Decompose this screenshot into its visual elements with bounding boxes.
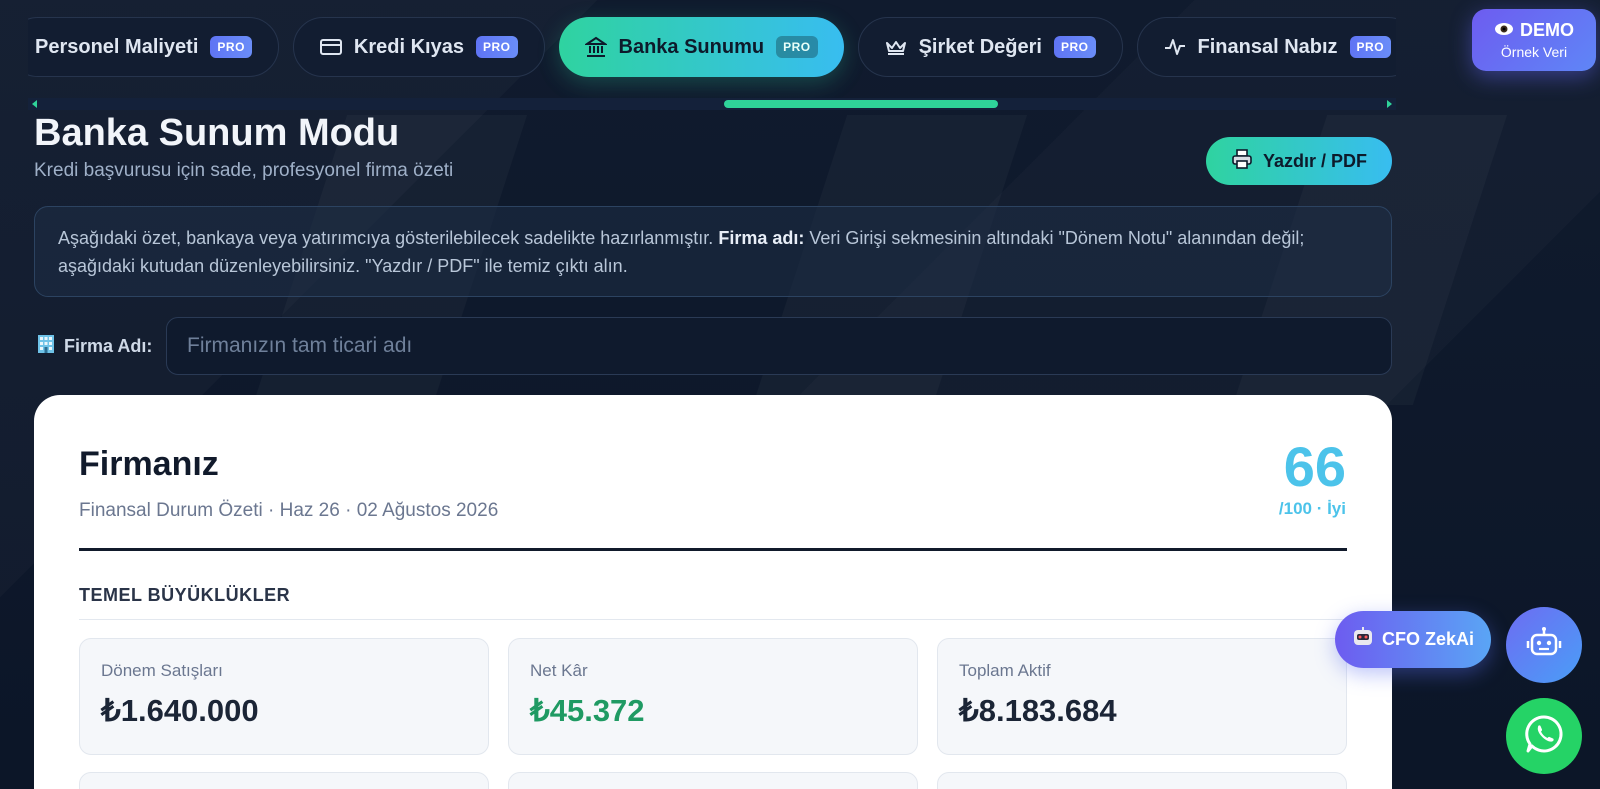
credit-card-icon [319,36,342,58]
tab-label: Finansal Nabız [1197,35,1338,58]
pro-badge: PRO [776,36,818,58]
tab-list: Personel Maliyeti PRO Kredi Kıyas PRO Ba… [28,17,1396,77]
crown-icon [885,36,907,58]
metric-value: ₺1.640.000 [101,693,259,728]
tab-kredi-kiyas[interactable]: Kredi Kıyas PRO [292,17,545,77]
robot-face-icon [1352,626,1374,653]
cfo-zekai-button[interactable]: CFO ZekAi [1335,611,1491,668]
summary-card: Firmanız Finansal Durum Özeti · Haz 26 ·… [34,395,1392,789]
whatsapp-icon [1523,713,1565,760]
divider [79,548,1347,551]
building-icon [36,334,56,359]
metric-card-partial [79,772,489,789]
whatsapp-button[interactable] [1506,698,1582,774]
metric-label: Toplam Aktif [959,661,1051,680]
tab-personel-maliyeti[interactable]: Personel Maliyeti PRO [28,17,279,77]
firm-name-input[interactable] [166,317,1392,375]
metric-value: ₺45.372 [530,693,645,728]
pro-badge: PRO [1349,36,1392,58]
scroll-right-icon[interactable] [1387,100,1392,108]
firm-label-text: Firma Adı: [64,336,153,356]
demo-title: DEMO [1520,20,1574,40]
eye-icon [1494,20,1514,41]
card-title: Firmanız [79,445,219,483]
chatbot-button[interactable] [1506,607,1582,683]
card-meta: Finansal Durum Özeti · Haz 26 · 02 Ağust… [79,500,499,521]
info-box: Aşağıdaki özet, bankaya veya yatırımcıya… [34,206,1392,297]
tab-label: Şirket Değeri [918,35,1042,58]
metric-card-sales: Dönem Satışları ₺1.640.000 [79,638,489,755]
tab-banka-sunumu[interactable]: Banka Sunumu PRO [558,17,844,77]
metric-card-total-assets: Toplam Aktif ₺8.183.684 [937,638,1347,755]
pro-badge: PRO [1053,36,1096,58]
metric-card-partial [937,772,1347,789]
pulse-icon [1164,36,1186,58]
demo-button[interactable]: DEMO Örnek Veri [1472,9,1596,71]
scroll-left-icon[interactable] [32,100,37,108]
scrollbar-thumb[interactable] [724,100,998,108]
bank-icon [584,36,607,58]
score-block: 66 /100 · İyi [1279,439,1346,519]
tab-scrollbar[interactable] [28,98,1396,110]
metric-value: ₺8.183.684 [959,693,1117,728]
divider [79,619,1347,620]
tab-label: Kredi Kıyas [353,35,464,58]
pro-badge: PRO [475,36,518,58]
robot-icon [1526,626,1562,665]
metric-label: Net Kâr [530,661,588,680]
score-value: 66 [1283,435,1346,498]
pro-badge: PRO [210,36,252,58]
metric-card-partial [508,772,918,789]
print-label: Yazdır / PDF [1262,150,1368,171]
metric-card-net-profit: Net Kâr ₺45.372 [508,638,918,755]
print-pdf-button[interactable]: Yazdır / PDF [1206,137,1392,185]
tab-sirket-degeri[interactable]: Şirket Değeri PRO [857,17,1123,77]
tab-finansal-nabiz[interactable]: Finansal Nabız PRO [1136,17,1396,77]
section-title: TEMEL BÜYÜKLÜKLER [79,585,291,605]
printer-icon [1231,148,1253,175]
metric-label: Dönem Satışları [101,661,223,680]
tab-label: Personel Maliyeti [35,35,199,58]
firm-name-label: Firma Adı: [36,334,152,359]
demo-subtitle: Örnek Veri [1500,44,1568,60]
cfo-label: CFO ZekAi [1381,629,1474,649]
info-bold: Firma adı: [718,228,805,248]
tab-strip: Personel Maliyeti PRO Kredi Kıyas PRO Ba… [28,0,1396,112]
page-title: Banka Sunum Modu [34,112,400,154]
tab-label: Banka Sunumu [618,35,765,58]
info-text: Aşağıdaki özet, bankaya veya yatırımcıya… [58,228,714,248]
score-label: /100 · İyi [1278,499,1346,518]
page-subtitle: Kredi başvurusu için sade, profesyonel f… [34,160,454,181]
